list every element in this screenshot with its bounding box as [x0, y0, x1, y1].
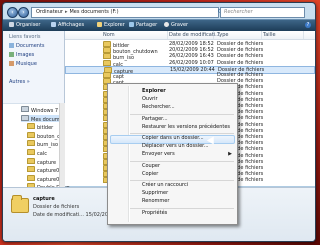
file-row[interactable]: captDossier de fichiers — [65, 72, 315, 80]
file-type: Dossier de fichiers — [217, 59, 264, 66]
double-chevron-icon: » — [26, 79, 30, 85]
folder-icon — [27, 131, 35, 138]
file-type: Dossier de fichiers — [217, 47, 264, 54]
menu-separator — [130, 160, 234, 162]
nav-more-link[interactable]: Autres » — [9, 79, 30, 85]
context-menu-item[interactable]: Envoyer vers — [142, 151, 175, 158]
file-type: Dossier de fichiers — [217, 53, 264, 60]
music-icon — [9, 61, 14, 66]
menu-separator — [130, 207, 234, 209]
column-name[interactable]: Nom — [101, 31, 168, 39]
nav-link-documents[interactable]: Documents — [9, 43, 45, 50]
share-icon — [129, 22, 134, 27]
organize-button[interactable]: Organiser — [9, 21, 40, 30]
folder-icon — [103, 59, 111, 66]
address-field[interactable]: Ordinateur ▸ Mes documents (F:) — [31, 7, 219, 18]
favorites-header: Liens favoris — [9, 34, 41, 40]
details-name: capture — [33, 196, 55, 202]
context-menu-item[interactable]: Supprimer — [142, 190, 168, 197]
folder-icon — [11, 195, 29, 213]
explore-button[interactable]: Explorer — [97, 21, 125, 30]
burn-button[interactable]: Graver — [164, 21, 188, 30]
drive-icon — [21, 106, 29, 112]
file-date: 26/02/2009 16:43 — [169, 53, 214, 60]
file-date: 26/02/2009 10:07 — [169, 59, 214, 66]
documents-icon — [9, 43, 14, 48]
tree-item[interactable]: calc — [27, 149, 47, 157]
folder-icon — [103, 53, 111, 60]
column-date[interactable]: Date de modificati... — [167, 31, 220, 39]
context-menu-item[interactable]: Renommer — [142, 198, 169, 205]
folder-icon — [27, 123, 35, 130]
file-row[interactable]: bitlder 28/02/2009 18:52 Dossier de fichie… — [65, 41, 315, 49]
command-bar: Organiser Affichages Explorer Partager G… — [3, 19, 315, 31]
tree-item-label: calc — [37, 151, 47, 157]
file-type: Dossier de fichiers — [217, 41, 264, 47]
nav-link-music[interactable]: Musique — [9, 61, 37, 68]
folder-icon — [27, 166, 35, 173]
column-size[interactable]: Taille — [261, 31, 304, 39]
breadcrumb-part[interactable]: Mes documents (F:) — [69, 9, 118, 15]
context-menu-item[interactable]: Ouvrir — [142, 96, 158, 103]
menu-separator — [130, 133, 234, 134]
context-menu-item[interactable]: Propriétés — [142, 210, 167, 217]
folder-icon — [27, 174, 35, 181]
views-button[interactable]: Affichages — [51, 21, 84, 30]
help-icon[interactable]: ? — [305, 22, 311, 28]
forward-arrow-icon[interactable]: › — [18, 7, 29, 18]
search-input[interactable]: Rechercher — [220, 7, 305, 18]
folder-icon — [103, 41, 111, 47]
tree-item[interactable]: bitlder — [27, 123, 54, 132]
context-menu-item[interactable]: Créer un raccourci — [142, 182, 188, 189]
folder-icon — [103, 72, 111, 78]
file-row[interactable]: bouton_chutdown 20/02/2009 16:52 Dossier d… — [65, 47, 315, 55]
file-date: 28/02/2009 18:52 — [169, 41, 214, 47]
folder-icon — [27, 140, 35, 147]
images-icon — [9, 52, 14, 57]
context-menu-item[interactable]: Rechercher... — [142, 104, 175, 111]
menu-separator — [130, 180, 234, 181]
context-menu: Explorer Ouvrir Rechercher... Partager... Re… — [107, 83, 238, 225]
file-date: 20/02/2009 16:52 — [169, 47, 214, 54]
context-menu-item[interactable]: Explorer — [142, 88, 166, 95]
breadcrumb-part[interactable]: Ordinateur — [36, 9, 63, 15]
context-menu-item[interactable]: Partager... — [142, 116, 168, 123]
context-menu-item[interactable]: Couper — [142, 163, 160, 170]
drive-icon — [21, 114, 29, 121]
back-arrow-icon[interactable]: ‹ — [7, 7, 18, 18]
menu-separator — [130, 113, 234, 115]
disc-icon — [164, 22, 169, 27]
column-type[interactable]: Type — [215, 31, 262, 39]
tree-item[interactable]: burn_iso — [27, 140, 59, 149]
folder-icon — [27, 157, 35, 164]
tree-item-label: bitlder — [37, 125, 54, 132]
tree-item-label: burn_iso — [37, 142, 59, 149]
views-icon — [51, 22, 56, 27]
context-menu-item[interactable]: Copier — [142, 171, 158, 178]
file-row[interactable]: burn_iso 26/02/2009 16:43 Dossier de fichi… — [65, 53, 315, 61]
context-menu-item[interactable]: Copier dans un dossier... — [142, 135, 204, 142]
folder-icon — [27, 149, 35, 155]
tree-item[interactable]: capture00 — [27, 166, 63, 174]
column-header-row: Nom Date de modificati... Type Taille — [65, 31, 315, 40]
nav-link-images[interactable]: Images — [9, 52, 34, 59]
tree-item[interactable]: capture — [27, 157, 57, 166]
folder-icon — [103, 47, 111, 54]
tree-item[interactable]: capture02 — [27, 174, 63, 183]
details-type: Dossier de fichiers — [33, 204, 80, 210]
submenu-arrow-icon: ▶ — [228, 151, 232, 158]
share-button[interactable]: Partager — [129, 21, 157, 30]
context-menu-item[interactable]: Déplacer vers un dossier... — [142, 143, 209, 150]
address-bar-row: ‹ › Ordinateur▸Mes documents (F:) ⟳ Rech… — [7, 7, 311, 18]
file-row[interactable]: calc 26/02/2009 10:07 Dossier de fichiers — [65, 59, 315, 68]
organize-icon — [9, 22, 14, 27]
file-type: Dossier de fichiers — [217, 72, 264, 78]
tree-item-label: capture — [37, 159, 57, 166]
context-menu-item[interactable]: Restaurer les versions précédentes — [142, 124, 230, 131]
explore-icon — [97, 22, 102, 27]
breadcrumb-separator-icon: ▸ — [64, 9, 68, 15]
